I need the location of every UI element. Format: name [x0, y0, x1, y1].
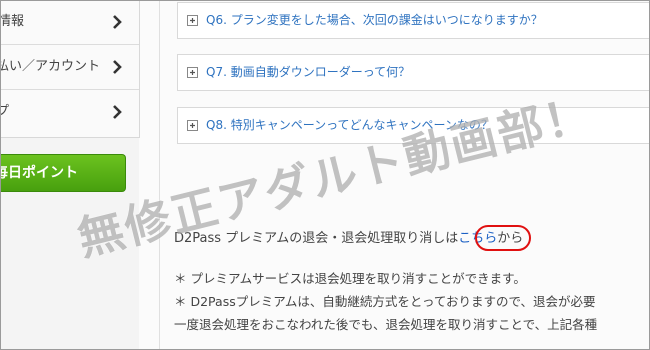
sidebar: 情報 払い／アカウント プ 毎日ポイント	[0, 0, 140, 350]
chevron-right-icon	[113, 15, 122, 29]
faq-item-q6[interactable]: Q6. プラン変更をした場合、次回の課金はいつになりますか？	[177, 2, 650, 39]
expand-plus-icon	[187, 67, 198, 78]
column-divider	[159, 0, 160, 350]
expand-plus-icon	[187, 15, 198, 26]
sidebar-item-payment-account[interactable]: 払い／アカウント	[0, 45, 139, 90]
note-line: ＊ プレミアムサービスは退会処理を取り消すことができます。	[174, 271, 526, 286]
daily-point-button[interactable]: 毎日ポイント	[0, 154, 126, 192]
chevron-right-icon	[113, 105, 122, 119]
faq-question: Q6. プラン変更をした場合、次回の課金はいつになりますか？	[206, 13, 543, 27]
sidebar-item-label: 情報	[0, 14, 25, 29]
sidebar-item-info[interactable]: 情報	[0, 0, 139, 45]
faq-question: Q7. 動画自動ダウンローダーって何？	[206, 65, 411, 79]
highlight-circle	[475, 225, 531, 251]
sidebar-item-label: プ	[0, 104, 10, 119]
expand-plus-icon	[187, 120, 198, 131]
daily-point-button-label: 毎日ポイント	[0, 165, 78, 181]
sidebar-menu: 情報 払い／アカウント プ	[0, 0, 140, 138]
note-line: ＊ D2Passプレミアムは、自動継続方式をとっておりますので、退会が必要	[174, 294, 596, 309]
sidebar-item-label: 払い／アカウント	[0, 59, 101, 74]
sidebar-item-help[interactable]: プ	[0, 90, 139, 135]
note-line: 一度退会処理をおこなわれた後でも、退会処理を取り消すことで、上記各種	[174, 317, 598, 332]
chevron-right-icon	[113, 60, 122, 74]
